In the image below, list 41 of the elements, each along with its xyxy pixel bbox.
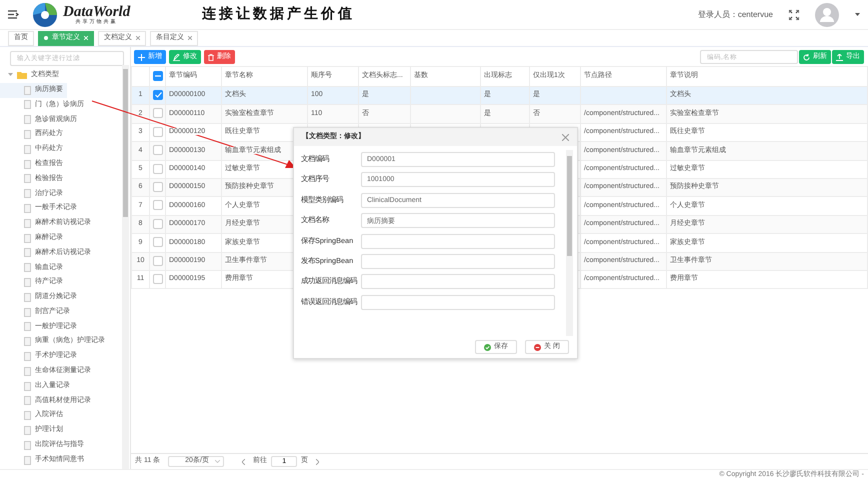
slogan: 连接让数据产生价值 — [202, 5, 356, 24]
checkbox[interactable] — [153, 218, 163, 229]
checkbox[interactable] — [153, 256, 163, 266]
user-label: 登录人员：centervue — [698, 8, 773, 20]
input-field[interactable] — [361, 234, 555, 249]
chevron-left-icon[interactable] — [242, 458, 246, 464]
scrollbar[interactable] — [122, 65, 129, 469]
avatar-icon[interactable] — [815, 2, 839, 26]
menu-icon[interactable] — [8, 10, 19, 19]
close-icon[interactable] — [136, 36, 140, 40]
chevron-right-icon[interactable] — [316, 458, 320, 464]
checkbox[interactable] — [153, 108, 163, 118]
input-field[interactable] — [361, 274, 555, 290]
edit-icon — [173, 54, 180, 60]
brand-name: DataWorld — [63, 4, 130, 20]
checkbox[interactable] — [153, 200, 163, 210]
close-icon[interactable] — [188, 36, 192, 40]
input-field[interactable] — [361, 294, 555, 310]
checkbox[interactable] — [153, 90, 163, 100]
checkbox[interactable] — [153, 126, 163, 137]
input-field[interactable] — [361, 254, 555, 269]
export-icon — [836, 54, 843, 60]
checkbox[interactable] — [153, 70, 163, 81]
checkbox[interactable] — [153, 145, 163, 156]
delete-icon — [208, 54, 214, 60]
checkbox[interactable] — [153, 182, 163, 192]
minus-circle-icon — [534, 344, 542, 350]
minus-icon — [155, 74, 161, 77]
checkbox[interactable] — [153, 237, 163, 248]
chevron-down-icon — [215, 460, 220, 463]
checkbox[interactable] — [153, 164, 163, 174]
logo-icon — [31, 2, 59, 28]
refresh-icon — [803, 54, 810, 60]
add-icon — [138, 54, 145, 60]
fullscreen-icon[interactable] — [789, 10, 799, 20]
scrollbar[interactable] — [566, 150, 573, 336]
folder-icon — [17, 71, 27, 80]
checkbox[interactable] — [153, 274, 163, 284]
close-icon[interactable] — [562, 134, 569, 140]
check-circle-icon — [484, 344, 492, 350]
caret-icon[interactable] — [855, 13, 860, 16]
